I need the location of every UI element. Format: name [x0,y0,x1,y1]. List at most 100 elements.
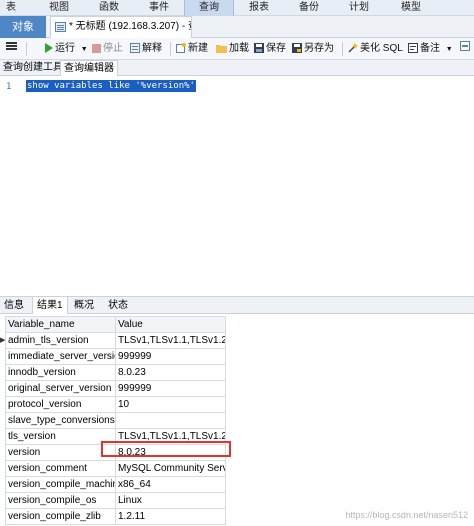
save-button[interactable]: 保存 [254,41,286,57]
table-row[interactable]: slave_type_conversions [5,412,226,429]
load-button[interactable]: 加载 [216,41,249,57]
menu-bar: 表 视图 函数 事件 查询 报表 备份 计划 模型 [0,0,474,16]
cell-variable-name[interactable]: protocol_version [5,396,116,413]
cell-variable-name[interactable]: version_compile_machine [5,476,116,493]
cell-variable-name[interactable]: innodb_version [5,364,116,381]
stop-label: 停止 [103,43,123,54]
play-icon [45,43,53,54]
toolbar-separator [342,42,343,56]
new-label: 新建 [188,43,208,54]
new-query-icon [176,43,186,54]
menu-icon[interactable] [6,41,17,57]
result-tab-bar: 信息 结果1 概况 状态 [0,296,474,314]
chevron-down-icon[interactable]: ▼ [446,46,453,53]
tab-info[interactable]: 信息 [0,297,28,314]
menu-backup[interactable]: 备份 [294,0,324,16]
tab-query-editor[interactable]: 查询编辑器 [60,60,118,76]
table-row[interactable]: original_server_version 999999 [5,380,226,397]
run-button[interactable]: 运行 ▼ [44,41,88,57]
header-row: Variable_name Value [5,316,226,333]
cell-value[interactable]: 999999 [115,380,226,397]
tab-profile[interactable]: 概况 [70,297,98,314]
run-label: 运行 [55,43,75,54]
save-label: 保存 [266,43,286,54]
line-gutter: 1 [0,76,20,296]
cell-variable-name[interactable]: version [5,444,116,461]
table-row[interactable]: protocol_version 10 [5,396,226,413]
cell-variable-name[interactable]: admin_tls_version [5,332,116,349]
cell-variable-name[interactable]: version_comment [5,460,116,477]
highlight-box [101,441,231,457]
result-grid[interactable]: Variable_name Value admin_tls_version TLS… [0,316,474,526]
menu-query[interactable]: 查询 [184,0,234,16]
table-row[interactable]: version_comment MySQL Community Server [5,460,226,477]
table-row[interactable]: admin_tls_version TLSv1,TLSv1.1,TLSv1.2 [5,332,226,349]
explain-button[interactable]: 解释 [130,41,162,57]
tab-query-builder[interactable]: 查询创建工具 [0,60,66,76]
cell-value[interactable]: 10 [115,396,226,413]
load-label: 加载 [229,43,249,54]
current-row-pointer-icon: ▶ [0,337,6,344]
table-row[interactable]: version_compile_os Linux [5,492,226,509]
toolbar-separator [26,42,27,56]
menu-view[interactable]: 视图 [44,0,74,16]
tab-objects[interactable]: 对象 [0,16,46,38]
menu-schedule[interactable]: 计划 [344,0,374,16]
cell-variable-name[interactable]: version_compile_zlib [5,508,116,525]
document-tab-bar: 对象 * 无标题 (192.168.3.207) - 查... [0,16,474,38]
menu-model[interactable]: 模型 [396,0,426,16]
table-row[interactable]: version_compile_machine x86_64 [5,476,226,493]
toolbar: 运行 ▼ 停止 解释 新建 加载 保存 另存为 美化 SQL 备注 ▼ [0,38,474,60]
menu-function[interactable]: 函数 [94,0,124,16]
column-header-value[interactable]: Value [115,316,226,333]
folder-icon [216,44,227,53]
column-header-variable-name[interactable]: Variable_name [5,316,116,333]
menu-report[interactable]: 报表 [244,0,274,16]
cell-value[interactable]: 1.2.11 [115,508,226,525]
comment-label: 备注 [420,43,440,54]
watermark: https://blog.csdn.net/nasen512 [345,510,468,520]
cell-value[interactable] [115,412,226,429]
comment-icon [408,43,418,54]
chevron-down-icon[interactable]: ▼ [81,46,88,53]
magic-wand-icon [348,43,358,53]
selected-sql-text[interactable]: show variables like '%version%' [26,80,196,92]
beautify-sql-label: 美化 SQL [360,43,403,54]
tab-status[interactable]: 状态 [104,297,132,314]
cell-value[interactable]: TLSv1,TLSv1.1,TLSv1.2 [115,332,226,349]
toolbar-separator [170,42,171,56]
tab-query-label: * 无标题 (192.168.3.207) - 查... [69,21,191,32]
cell-value[interactable]: 999999 [115,348,226,365]
save-as-button[interactable]: 另存为 [292,41,334,57]
new-button[interactable]: 新建 [176,41,208,57]
line-number: 1 [6,82,12,92]
save-as-label: 另存为 [304,43,334,54]
sql-editor[interactable]: 1 show variables like '%version%' [0,76,474,296]
result-table: Variable_name Value admin_tls_version TLS… [5,316,226,525]
cell-value[interactable]: x86_64 [115,476,226,493]
cell-variable-name[interactable]: version_compile_os [5,492,116,509]
cell-variable-name[interactable]: slave_type_conversions [5,412,116,429]
beautify-sql-button[interactable]: 美化 SQL [348,41,403,57]
explain-icon [130,43,140,54]
save-icon [254,43,264,54]
query-document-icon [55,22,66,32]
explain-label: 解释 [142,43,162,54]
cell-value[interactable]: MySQL Community Server [115,460,226,477]
cell-value[interactable]: Linux [115,492,226,509]
more-tools-icon[interactable] [460,41,470,57]
cell-variable-name[interactable]: tls_version [5,428,116,445]
menu-event[interactable]: 事件 [144,0,174,16]
tab-result-1[interactable]: 结果1 [32,297,68,314]
menu-table[interactable]: 表 [0,0,22,16]
table-row[interactable]: innodb_version 8.0.23 [5,364,226,381]
comment-button[interactable]: 备注 ▼ [408,41,453,57]
table-row[interactable]: version_compile_zlib 1.2.11 [5,508,226,525]
cell-value[interactable]: 8.0.23 [115,364,226,381]
editor-mode-tabs: 查询创建工具 查询编辑器 [0,60,474,76]
cell-variable-name[interactable]: immediate_server_version [5,348,116,365]
tab-query[interactable]: * 无标题 (192.168.3.207) - 查... [50,16,192,38]
stop-button[interactable]: 停止 [92,41,123,57]
cell-variable-name[interactable]: original_server_version [5,380,116,397]
table-row[interactable]: immediate_server_version 999999 [5,348,226,365]
